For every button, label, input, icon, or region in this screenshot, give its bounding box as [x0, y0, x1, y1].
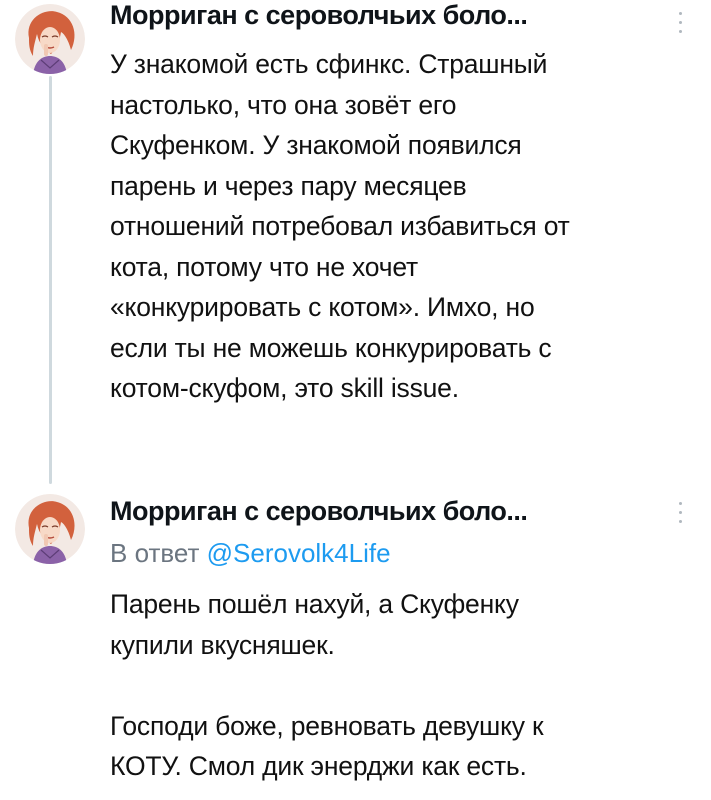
avatar-portrait-icon	[15, 494, 85, 564]
tweet-text-line: У знакомой есть сфинкс. Страшный	[110, 49, 548, 79]
vertical-dots-icon[interactable]	[674, 12, 686, 38]
tweet-paragraph: Парень пошёл нахуй, а Скуфенку купили вк…	[110, 584, 690, 665]
tweet-text-line: Скуфенком. У знакомой появился	[110, 130, 522, 160]
tweet-text-line: если ты не можешь конкурировать с	[110, 332, 552, 363]
tweet-text: Парень пошёл нахуй, а Скуфенку купили вк…	[110, 584, 690, 787]
thread-connector-line	[49, 76, 52, 484]
vertical-dots-icon[interactable]	[674, 502, 686, 528]
tweet-text-line: Парень пошёл нахуй, а Скуфенку	[110, 589, 519, 619]
reply-prefix: В ответ	[110, 538, 207, 568]
tweet-text-line: «конкурировать с котом». Имхо, но	[110, 292, 535, 322]
tweet-text-line: кота, потому что не хочет	[110, 251, 418, 282]
tweet-paragraph: Господи боже, ревновать девушку к КОТУ. …	[110, 706, 690, 787]
reply-context: В ответ @Serovolk4Life	[110, 538, 391, 569]
author-name[interactable]: Морриган с сероволчьих боло...	[110, 0, 528, 31]
avatar[interactable]	[15, 494, 85, 564]
tweet-text-line: Господи боже, ревновать девушку к	[110, 710, 544, 741]
tweet-text: У знакомой есть сфинкс. Страшный настоль…	[110, 44, 690, 409]
tweet-text-line: котом-скуфом, это skill issue.	[110, 373, 459, 403]
tweet-text-line: купили вкусняшек.	[110, 629, 335, 660]
author-name[interactable]: Морриган с сероволчьих боло...	[110, 496, 528, 527]
tweet-text-line: парень и через пару месяцев	[110, 170, 467, 201]
avatar[interactable]	[15, 4, 85, 74]
tweet-text-line: отношений потребовал избавиться от	[110, 211, 570, 241]
avatar-portrait-icon	[15, 4, 85, 74]
reply-handle-link[interactable]: @Serovolk4Life	[207, 538, 391, 568]
tweet-text-line: настолько, что она зовёт его	[110, 89, 457, 120]
tweet-text-line: КОТУ. Смол дик энерджи как есть.	[110, 751, 527, 781]
